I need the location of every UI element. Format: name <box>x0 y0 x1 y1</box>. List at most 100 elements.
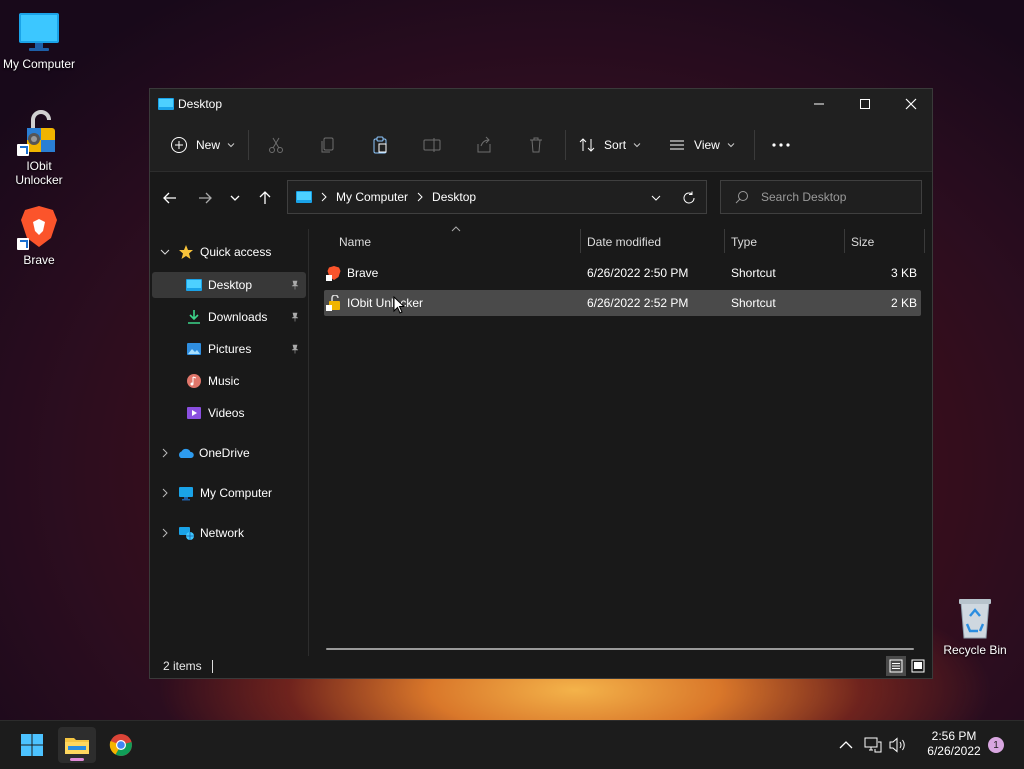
cut-button[interactable] <box>261 129 291 161</box>
clock-time: 2:56 PM <box>931 729 977 743</box>
minimize-icon <box>814 103 824 105</box>
desktop-icon-brave[interactable]: Brave <box>0 204 79 267</box>
pin-icon[interactable] <box>290 280 300 290</box>
mouse-cursor-icon <box>393 296 405 314</box>
search-placeholder: Search Desktop <box>761 190 847 204</box>
column-divider[interactable] <box>844 229 845 253</box>
shortcut-arrow-icon <box>17 238 29 250</box>
cloud-icon <box>179 448 194 458</box>
title-bar[interactable]: Desktop <box>150 89 932 119</box>
column-divider[interactable] <box>580 229 581 253</box>
desktop-icon-label: My Computer <box>2 57 76 71</box>
copy-icon <box>321 137 334 153</box>
start-button[interactable] <box>13 727 51 763</box>
chevron-down-icon <box>633 143 641 148</box>
share-button[interactable] <box>469 129 499 161</box>
desktop-icon-recycle-bin[interactable]: Recycle Bin <box>935 596 1015 657</box>
arrow-left-icon <box>163 192 176 204</box>
refresh-icon[interactable] <box>682 191 696 205</box>
file-size: 2 KB <box>890 296 917 310</box>
chevron-down-icon <box>227 143 235 148</box>
monitor-icon <box>179 487 193 501</box>
sort-label: Sort <box>604 138 627 152</box>
nav-item-music[interactable]: Music <box>152 368 306 394</box>
column-header-size[interactable]: Size <box>851 229 874 255</box>
minimize-button[interactable] <box>796 89 842 119</box>
pictures-icon <box>187 343 201 355</box>
more-options-button[interactable] <box>765 129 797 161</box>
nav-item-my-computer[interactable]: My Computer <box>152 480 306 506</box>
chevron-right-icon[interactable] <box>160 528 170 538</box>
view-button[interactable]: View <box>662 129 742 161</box>
maximize-icon <box>860 99 870 109</box>
table-row[interactable]: Brave 6/26/2022 2:50 PM Shortcut 3 KB <box>324 260 921 286</box>
large-icons-view-icon <box>911 659 925 673</box>
sort-button[interactable]: Sort <box>572 129 648 161</box>
nav-quick-access[interactable]: Quick access <box>152 239 306 265</box>
ellipsis-icon <box>772 143 790 147</box>
item-count: 2 items <box>163 659 202 673</box>
close-button[interactable] <box>888 89 934 119</box>
chevron-down-icon[interactable] <box>160 247 170 257</box>
chevron-right-icon[interactable] <box>160 448 170 458</box>
details-view-button[interactable] <box>886 656 906 676</box>
nav-item-desktop[interactable]: Desktop <box>152 272 306 298</box>
clock-date: 6/26/2022 <box>927 744 981 758</box>
chrome-icon <box>109 734 132 756</box>
separator <box>248 130 250 160</box>
pin-icon[interactable] <box>290 344 300 354</box>
nav-item-onedrive[interactable]: OneDrive <box>152 440 306 466</box>
breadcrumb-desktop[interactable]: Desktop <box>432 190 476 204</box>
taskbar-file-explorer[interactable] <box>58 727 96 763</box>
separator <box>753 130 755 160</box>
column-header-date[interactable]: Date modified <box>587 229 661 255</box>
desktop-icon-iobit-unlocker[interactable]: IObit Unlocker <box>0 108 79 187</box>
recent-locations-button[interactable] <box>221 184 249 212</box>
paste-button[interactable] <box>365 129 395 161</box>
desktop-icon-my-computer[interactable]: My Computer <box>0 10 79 71</box>
breadcrumb-my-computer[interactable]: My Computer <box>336 190 408 204</box>
arrow-right-icon <box>199 192 212 204</box>
network-icon <box>179 527 194 540</box>
desktop-folder-icon <box>158 98 174 110</box>
volume-icon[interactable] <box>889 737 907 753</box>
chevron-right-icon <box>321 192 327 202</box>
new-button[interactable]: New <box>164 129 242 161</box>
rename-button[interactable] <box>417 129 447 161</box>
search-box[interactable]: Search Desktop <box>720 180 922 214</box>
column-header-type[interactable]: Type <box>731 229 757 255</box>
file-size: 3 KB <box>890 266 917 280</box>
pin-icon[interactable] <box>290 312 300 322</box>
maximize-button[interactable] <box>842 89 888 119</box>
taskbar-chrome[interactable] <box>102 727 140 763</box>
nav-item-videos[interactable]: Videos <box>152 400 306 426</box>
nav-item-network[interactable]: Network <box>152 520 306 546</box>
chevron-right-icon[interactable] <box>160 488 170 498</box>
chevron-up-icon[interactable] <box>839 740 853 750</box>
horizontal-scrollbar[interactable] <box>326 648 914 650</box>
column-header-name[interactable]: Name <box>339 229 371 255</box>
plus-circle-icon <box>171 137 187 153</box>
delete-button[interactable] <box>521 129 551 161</box>
network-status-icon[interactable] <box>864 737 882 753</box>
nav-item-pictures[interactable]: Pictures <box>152 336 306 362</box>
navigation-row: My Computer Desktop Search Desktop <box>150 172 932 228</box>
large-icons-view-button[interactable] <box>908 656 928 676</box>
file-explorer-window: Desktop New Sort View My Computer Deskto… <box>149 88 933 679</box>
copy-button[interactable] <box>313 129 343 161</box>
nav-item-downloads[interactable]: Downloads <box>152 304 306 330</box>
column-divider[interactable] <box>924 229 925 253</box>
forward-button[interactable] <box>191 184 219 212</box>
clock[interactable]: 2:56 PM 6/26/2022 <box>914 729 994 759</box>
address-bar[interactable]: My Computer Desktop <box>287 180 707 214</box>
up-button[interactable] <box>251 184 279 212</box>
windows-logo-icon <box>21 734 43 756</box>
chevron-right-icon <box>417 192 423 202</box>
share-icon <box>477 136 491 153</box>
back-button[interactable] <box>156 184 184 212</box>
column-divider[interactable] <box>724 229 725 253</box>
nav-label: Music <box>208 374 240 388</box>
table-row[interactable]: IObit Unlocker 6/26/2022 2:52 PM Shortcu… <box>324 290 921 316</box>
chevron-down-icon[interactable] <box>650 192 662 204</box>
notification-badge[interactable]: 1 <box>988 737 1004 753</box>
